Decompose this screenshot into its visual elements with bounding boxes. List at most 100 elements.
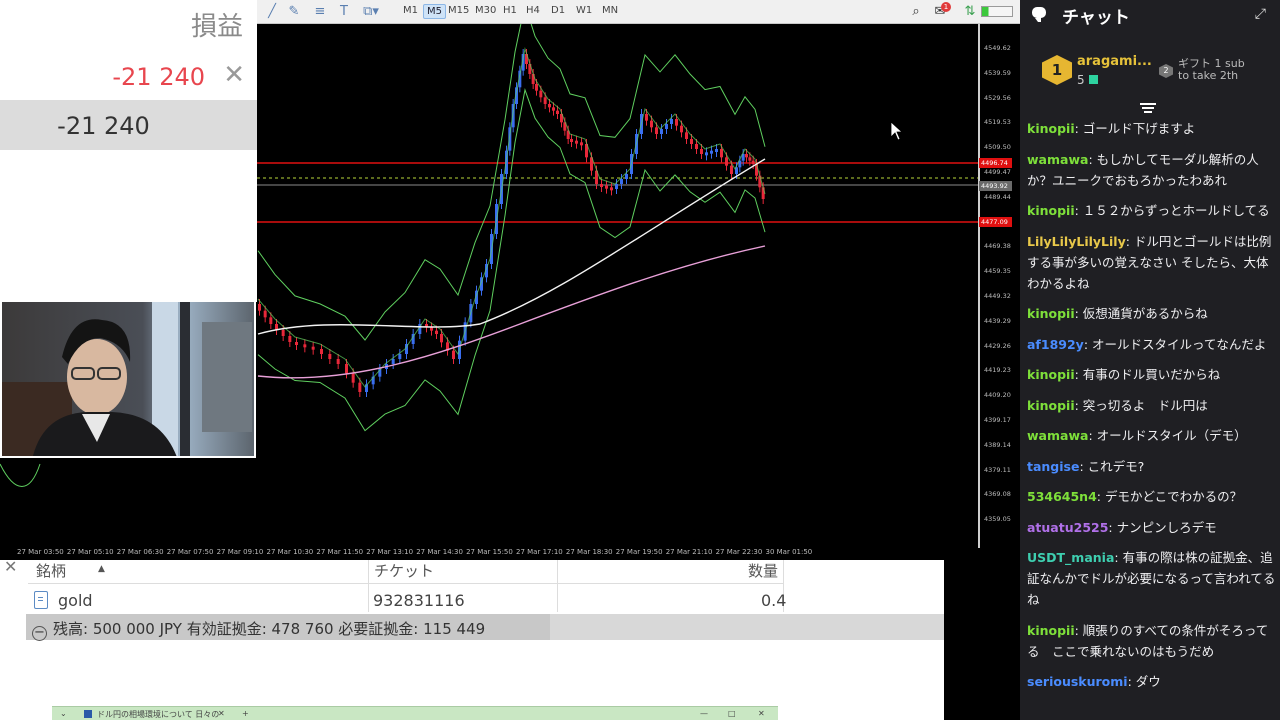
chat-text: 有事のドル買いだからね xyxy=(1082,367,1221,382)
chat-username[interactable]: LilyLilyLilyLily xyxy=(1027,234,1126,249)
popout-icon[interactable]: ⤢ xyxy=(1255,6,1266,22)
trendline-icon[interactable]: ╱ xyxy=(263,3,281,21)
candle-body xyxy=(620,179,623,184)
chat-username[interactable]: seriouskuromi xyxy=(1027,674,1128,689)
price-tick-label: 4439.29 xyxy=(984,316,1011,325)
leader-username[interactable]: aragami... xyxy=(1077,54,1152,69)
bollinger-middle xyxy=(257,47,766,388)
candle-body xyxy=(650,120,653,128)
timeframe-m15[interactable]: M15 xyxy=(445,4,472,17)
timeframe-mn[interactable]: MN xyxy=(599,4,621,17)
candle-body xyxy=(700,149,703,154)
chat-username[interactable]: USDT_mania xyxy=(1027,550,1114,565)
price-tick-label: 4539.59 xyxy=(984,68,1011,77)
chat-message: 534645n4: デモかどこでわかるの？ xyxy=(1027,486,1277,507)
chat-username[interactable]: atuatu2525 xyxy=(1027,520,1108,535)
sort-arrow-icon[interactable]: ▲ xyxy=(98,564,105,574)
filter-icon[interactable] xyxy=(1140,103,1156,115)
fibonacci-icon[interactable]: ≡ xyxy=(311,3,329,21)
ticket-column-header[interactable]: チケット xyxy=(374,560,434,581)
price-tick-label: 4419.23 xyxy=(984,366,1011,375)
position-row[interactable]: gold 932831116 0.4 xyxy=(28,587,787,615)
positions-panel: ✕ 銘柄 ▲ チケット 数量 gold 932831116 0.4 − 残高: 5… xyxy=(0,557,944,720)
candle-body xyxy=(556,110,559,114)
chat-username[interactable]: tangise xyxy=(1027,459,1079,474)
timeframe-m1[interactable]: M1 xyxy=(400,4,421,17)
chat-text: ナンピンしろデモ xyxy=(1116,519,1217,535)
timeframe-d1[interactable]: D1 xyxy=(548,4,568,17)
gift-leaderboard[interactable]: 1 aragami... 5 2 ギフト 1 sub to take 2th xyxy=(1020,44,1280,100)
chat-title: チャット xyxy=(1062,8,1130,28)
chat-username[interactable]: wamawa xyxy=(1027,428,1088,443)
time-tick-label: 27 Mar 18:30 xyxy=(565,548,613,556)
chat-message: kinopii: ゴールド下げますよ xyxy=(1027,118,1277,139)
time-tick-label: 27 Mar 07:50 xyxy=(166,548,214,556)
candle-body xyxy=(725,157,728,166)
close-position-icon[interactable]: ✕ xyxy=(223,60,245,90)
chat-bubble-icon xyxy=(1032,7,1046,22)
chat-message: kinopii: １５２からずっとホールドしてる xyxy=(1027,200,1277,221)
timeframe-h4[interactable]: H4 xyxy=(523,4,543,17)
chart-right-border xyxy=(978,24,980,548)
window-close-icon[interactable]: ✕ xyxy=(758,709,765,718)
chat-separator: : xyxy=(1074,203,1083,218)
chat-username[interactable]: wamawa xyxy=(1027,152,1088,167)
timeframe-m30[interactable]: M30 xyxy=(472,4,499,17)
price-tick-label: 4499.47 xyxy=(984,168,1011,176)
price-tick-label: 4359.05 xyxy=(984,515,1011,524)
tab-close-icon[interactable]: ✕ xyxy=(218,709,225,718)
symbol-column-header[interactable]: 銘柄 xyxy=(36,560,66,581)
price-tick-label: 4469.38 xyxy=(984,242,1011,251)
search-icon[interactable]: ⌕ xyxy=(907,3,925,21)
position-volume: 0.4 xyxy=(761,591,787,610)
chat-username[interactable]: kinopii xyxy=(1027,398,1075,413)
new-tab-icon[interactable]: + xyxy=(242,709,249,718)
candle-body xyxy=(320,349,323,354)
tab-dropdown-icon[interactable]: ⌄ xyxy=(60,709,67,718)
chat-message: af1892y: オールドスタイルってなんだよ xyxy=(1027,334,1277,355)
time-tick-label: 27 Mar 17:10 xyxy=(516,548,563,556)
time-tick-label: 27 Mar 22:30 xyxy=(715,548,763,556)
position-pl-value: -21 240 xyxy=(112,63,205,91)
candle-body xyxy=(655,127,658,134)
chat-username[interactable]: kinopii xyxy=(1027,121,1075,136)
candle-body xyxy=(610,187,613,191)
time-tick-label: 27 Mar 14:30 xyxy=(416,548,463,556)
close-panel-icon[interactable]: ✕ xyxy=(4,557,17,576)
timeframe-h1[interactable]: H1 xyxy=(500,4,520,17)
chat-message: kinopii: 突っ切るよ ドル円は xyxy=(1027,395,1277,416)
chat-message: tangise: これデモ? xyxy=(1027,456,1277,477)
chat-message: atuatu2525: ナンピンしろデモ xyxy=(1027,517,1277,538)
price-tag: 4477.09 xyxy=(979,217,1012,227)
shapes-icon[interactable]: ⧉▾ xyxy=(359,3,383,21)
price-tick-label: 4549.62 xyxy=(984,44,1011,52)
chat-message: kinopii: 仮想通貨があるからね xyxy=(1027,303,1277,324)
candle-body xyxy=(435,330,438,334)
position-pl-row[interactable]: -21 240 ✕ xyxy=(0,54,257,100)
chat-username[interactable]: kinopii xyxy=(1027,367,1075,382)
browser-tab-label[interactable]: ドル円の相場環境について 日々の xyxy=(97,709,219,720)
price-tick-label: 4379.11 xyxy=(984,465,1011,474)
minimize-icon[interactable]: — xyxy=(700,709,708,718)
candle-body xyxy=(391,359,395,364)
pen-icon[interactable]: ✎ xyxy=(285,3,303,21)
chat-username[interactable]: 534645n4 xyxy=(1027,489,1097,504)
maximize-icon[interactable]: □ xyxy=(728,709,736,718)
rank-2-badge: 2 xyxy=(1159,64,1173,78)
candle-body xyxy=(258,304,261,311)
volume-column-header[interactable]: 数量 xyxy=(748,560,778,581)
chat-username[interactable]: af1892y xyxy=(1027,337,1084,352)
notification-badge: 1 xyxy=(941,2,951,12)
indicator-fragment xyxy=(0,463,41,487)
candle-body xyxy=(452,350,455,359)
timeframe-m5[interactable]: M5 xyxy=(423,4,446,19)
collapse-icon[interactable]: − xyxy=(32,626,47,641)
chat-username[interactable]: kinopii xyxy=(1027,203,1075,218)
chat-username[interactable]: kinopii xyxy=(1027,623,1075,638)
timeframe-w1[interactable]: W1 xyxy=(573,4,595,17)
chat-text: 突っ切るよ ドル円は xyxy=(1082,397,1208,413)
candle-body xyxy=(570,139,573,142)
candle-body xyxy=(440,334,443,343)
chat-username[interactable]: kinopii xyxy=(1027,306,1075,321)
text-tool-icon[interactable]: T xyxy=(335,3,353,21)
